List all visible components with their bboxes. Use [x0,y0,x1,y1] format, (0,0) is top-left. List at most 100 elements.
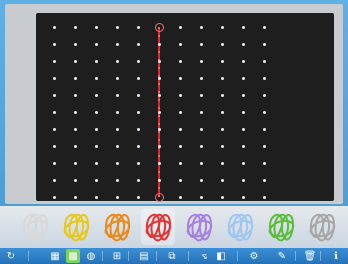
peg[interactable] [200,43,203,46]
anchored-peg[interactable] [155,23,164,32]
peg[interactable] [221,162,224,165]
peg[interactable] [263,196,266,199]
red-band[interactable] [141,209,175,245]
peg[interactable] [53,179,56,182]
peg[interactable] [137,145,140,148]
peg[interactable] [116,128,119,131]
peg[interactable] [179,77,182,80]
peg[interactable] [242,196,245,199]
peg[interactable] [95,145,98,148]
geoboard[interactable] [36,13,334,202]
peg[interactable] [263,162,266,165]
peg[interactable] [95,94,98,97]
peg[interactable] [116,77,119,80]
peg[interactable] [263,145,266,148]
purple-band[interactable] [182,209,216,245]
peg[interactable] [95,43,98,46]
peg[interactable] [158,94,161,97]
peg[interactable] [263,77,266,80]
peg[interactable] [179,145,182,148]
calendar-icon[interactable]: ▤ [137,249,151,263]
peg[interactable] [221,60,224,63]
peg[interactable] [200,26,203,29]
peg[interactable] [116,94,119,97]
peg[interactable] [179,179,182,182]
peg[interactable] [200,128,203,131]
measure-icon[interactable]: ⦪ [197,249,211,263]
peg[interactable] [242,26,245,29]
peg[interactable] [179,26,182,29]
peg[interactable] [200,94,203,97]
peg[interactable] [74,196,77,199]
peg[interactable] [95,77,98,80]
peg[interactable] [74,94,77,97]
peg[interactable] [137,128,140,131]
peg[interactable] [74,60,77,63]
green-band[interactable] [264,209,298,245]
fill-icon[interactable]: ◧ [214,249,228,263]
trash-icon[interactable]: 🗑 [303,249,317,263]
peg[interactable] [200,162,203,165]
peg[interactable] [116,196,119,199]
peg[interactable] [221,94,224,97]
peg[interactable] [95,128,98,131]
peg[interactable] [200,179,203,182]
copy-icon[interactable]: ⧉ [165,249,179,263]
circle-board-icon[interactable]: ◍ [84,249,98,263]
peg[interactable] [137,111,140,114]
peg[interactable] [242,43,245,46]
white-band[interactable] [18,209,52,245]
peg[interactable] [53,162,56,165]
peg[interactable] [179,196,182,199]
peg[interactable] [242,60,245,63]
peg[interactable] [53,77,56,80]
gray-band[interactable] [305,209,339,245]
peg[interactable] [179,94,182,97]
peg[interactable] [200,145,203,148]
peg[interactable] [221,77,224,80]
peg[interactable] [95,111,98,114]
reset-icon[interactable]: ↻ [4,249,18,263]
peg[interactable] [116,26,119,29]
peg[interactable] [200,77,203,80]
pen-icon[interactable]: ✎ [275,249,289,263]
peg[interactable] [95,179,98,182]
peg[interactable] [242,145,245,148]
settings-icon[interactable]: ⚙ [247,249,261,263]
peg[interactable] [179,60,182,63]
peg[interactable] [200,60,203,63]
peg[interactable] [116,111,119,114]
peg[interactable] [116,145,119,148]
peg[interactable] [53,26,56,29]
peg[interactable] [158,162,161,165]
peg[interactable] [242,128,245,131]
peg[interactable] [137,43,140,46]
peg[interactable] [158,60,161,63]
peg[interactable] [116,43,119,46]
peg[interactable] [179,128,182,131]
peg[interactable] [158,43,161,46]
peg[interactable] [74,43,77,46]
peg[interactable] [137,196,140,199]
peg[interactable] [263,60,266,63]
peg[interactable] [53,43,56,46]
info-icon[interactable]: ℹ [329,249,343,263]
peg[interactable] [74,77,77,80]
peg[interactable] [263,128,266,131]
yellow-band[interactable] [59,209,93,245]
orange-band[interactable] [100,209,134,245]
peg[interactable] [137,60,140,63]
peg[interactable] [95,60,98,63]
peg[interactable] [242,94,245,97]
grid-small-icon[interactable]: ▦ [48,249,62,263]
peg[interactable] [158,179,161,182]
peg[interactable] [179,111,182,114]
peg[interactable] [221,128,224,131]
peg[interactable] [116,179,119,182]
peg[interactable] [137,179,140,182]
peg[interactable] [242,162,245,165]
peg[interactable] [74,145,77,148]
peg[interactable] [200,111,203,114]
grid-large-icon[interactable]: ▩ [66,249,80,263]
peg[interactable] [95,162,98,165]
